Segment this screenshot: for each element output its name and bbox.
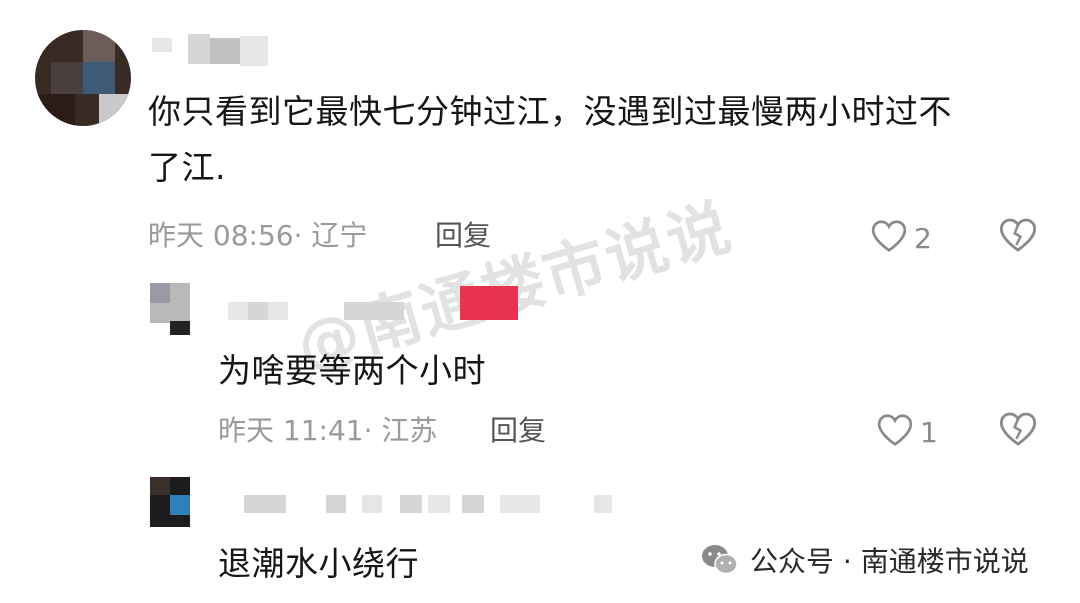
user-badge	[460, 286, 518, 320]
comment-text-line: 你只看到它最快七分钟过江，没遇到过最慢两小时过不	[148, 92, 952, 131]
dislike-button[interactable]	[998, 410, 1038, 452]
heart-outline-icon	[876, 412, 914, 452]
avatar[interactable]	[150, 283, 190, 335]
account-brand: 公众号 · 南通楼市说说	[700, 540, 1029, 580]
comment-text: 退潮水小绕行	[218, 544, 419, 583]
broken-heart-icon	[998, 218, 1038, 258]
wechat-icon	[700, 543, 740, 577]
comment-text: 为啥要等两个小时	[218, 351, 486, 390]
like-count: 2	[914, 221, 932, 255]
comment-text: 你只看到它最快七分钟过江，没遇到过最慢两小时过不 了江.	[148, 84, 1048, 196]
avatar[interactable]	[35, 30, 131, 126]
like-button[interactable]: 1	[876, 412, 938, 452]
heart-outline-icon	[870, 218, 908, 258]
dislike-button[interactable]	[998, 216, 1038, 258]
comment-meta: 昨天 08:56· 辽宁	[148, 219, 368, 252]
avatar[interactable]	[150, 477, 190, 527]
broken-heart-icon	[998, 412, 1038, 452]
like-count: 1	[920, 415, 938, 449]
comment-text-line: 了江.	[148, 148, 226, 187]
comment-meta: 昨天 11:41· 江苏	[218, 414, 438, 447]
account-brand-label: 公众号 · 南通楼市说说	[750, 545, 1029, 578]
like-button[interactable]: 2	[870, 218, 932, 258]
reply-button[interactable]: 回复	[490, 411, 546, 451]
